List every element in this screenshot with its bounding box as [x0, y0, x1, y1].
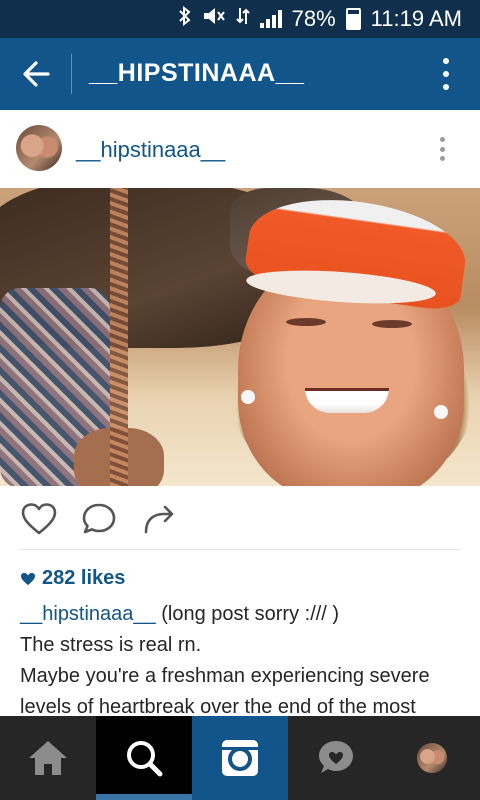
- clock: 11:19 AM: [370, 6, 462, 31]
- battery-percent: 78%: [291, 6, 336, 31]
- caption-text-3: Maybe you're a freshman experiencing sev…: [20, 665, 430, 718]
- post-photo[interactable]: [0, 188, 480, 486]
- post-caption: __hipstinaaa__ (long post sorry :/// ) T…: [20, 599, 465, 723]
- battery-icon: [345, 8, 361, 30]
- camera-icon: [222, 740, 258, 776]
- comment-icon[interactable]: [81, 502, 119, 536]
- signal-icon: [259, 10, 282, 28]
- post-username[interactable]: __hipstinaaa__: [76, 137, 225, 163]
- bluetooth-icon: [178, 5, 192, 32]
- share-arrow-icon[interactable]: [141, 502, 179, 536]
- home-icon: [29, 741, 67, 775]
- nav-profile[interactable]: [384, 716, 480, 800]
- data-icon: [235, 6, 250, 32]
- divider: [71, 54, 72, 94]
- likes-count[interactable]: 282 likes: [20, 567, 125, 590]
- caption-text-2: The stress is real rn.: [20, 634, 202, 656]
- status-icons: 78% 11:19 AM: [178, 0, 462, 38]
- likes-label: 282 likes: [42, 567, 126, 589]
- back-arrow-icon[interactable]: [18, 56, 54, 92]
- divider: [20, 549, 460, 550]
- bottom-nav: [0, 716, 480, 800]
- nav-home[interactable]: [0, 716, 96, 800]
- nav-camera[interactable]: [192, 716, 288, 800]
- activity-bubble-icon: [319, 741, 353, 773]
- profile-avatar: [417, 743, 447, 773]
- nav-activity[interactable]: [288, 716, 384, 800]
- caption-text-1: (long post sorry :/// ): [155, 603, 340, 625]
- overflow-menu-icon[interactable]: [442, 58, 450, 90]
- nav-search[interactable]: [96, 716, 192, 800]
- small-heart-icon: [21, 572, 35, 585]
- mute-icon: [202, 6, 226, 32]
- app-bar: __HIPSTINAAA__: [0, 38, 480, 110]
- post-header: __hipstinaaa__: [0, 110, 480, 189]
- post-actions: [0, 486, 480, 550]
- page-title: __HIPSTINAAA__: [89, 59, 305, 87]
- status-bar: 78% 11:19 AM: [0, 0, 480, 38]
- like-heart-icon[interactable]: [20, 502, 58, 536]
- post-options-icon[interactable]: [440, 137, 446, 161]
- search-icon: [127, 741, 163, 777]
- caption-username[interactable]: __hipstinaaa__: [20, 603, 156, 625]
- avatar[interactable]: [16, 125, 62, 171]
